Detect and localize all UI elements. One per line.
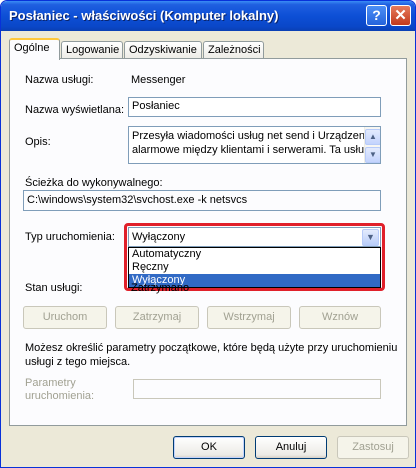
description-label: Opis: — [25, 136, 51, 148]
params-info-line-2: usługi z tego miejsca. — [25, 356, 131, 368]
highlight-annotation — [124, 223, 385, 291]
tab-logon[interactable]: Logowanie — [61, 41, 123, 59]
properties-dialog: Posłaniec - właściwości (Komputer lokaln… — [0, 0, 416, 468]
apply-button[interactable]: Zastosuj — [337, 436, 409, 459]
params-label-line-1: Parametry — [25, 377, 76, 389]
service-name-label: Nazwa usługi: — [25, 74, 94, 86]
close-icon[interactable]: ✕ — [390, 5, 411, 26]
params-label-line-2: uruchomienia: — [25, 390, 95, 402]
title-bar[interactable]: Posłaniec - właściwości (Komputer lokaln… — [1, 1, 415, 31]
service-name-value: Messenger — [131, 74, 186, 86]
pause-button[interactable]: Wstrzymaj — [207, 306, 291, 329]
display-name-field[interactable]: Posłaniec — [128, 97, 381, 117]
params-info-line-1: Możesz określić parametry początkowe, kt… — [25, 342, 398, 354]
help-button[interactable]: ? — [366, 5, 387, 26]
start-button[interactable]: Uruchom — [23, 306, 107, 329]
resume-button[interactable]: Wznów — [299, 306, 381, 329]
tab-dependencies[interactable]: Zależności — [203, 41, 264, 59]
description-textarea[interactable]: Przesyła wiadomości usług net send i Urz… — [128, 126, 381, 164]
path-label: Ścieżka do wykonywalnego: — [25, 177, 163, 189]
params-info: Możesz określić parametry początkowe, kt… — [25, 341, 397, 369]
description-line-1: Przesyła wiadomości usług net send i Urz… — [132, 130, 374, 142]
scroll-down-icon[interactable]: ▼ — [365, 147, 380, 163]
status-value: Zatrzymano — [131, 282, 190, 294]
description-scrollbar[interactable]: ▲ ▼ — [364, 127, 380, 163]
path-field: C:\windows\system32\svchost.exe -k netsv… — [23, 190, 381, 211]
scroll-up-icon[interactable]: ▲ — [365, 129, 380, 145]
window-title: Posłaniec - właściwości (Komputer lokaln… — [9, 8, 279, 23]
cancel-button[interactable]: Anuluj — [255, 436, 327, 459]
params-label: Parametry uruchomienia: — [25, 377, 94, 403]
stop-button[interactable]: Zatrzymaj — [115, 306, 199, 329]
tab-recovery[interactable]: Odzyskiwanie — [124, 41, 202, 59]
display-name-label: Nazwa wyświetlana: — [25, 104, 125, 116]
params-input[interactable] — [133, 379, 381, 399]
ok-button[interactable]: OK — [173, 436, 245, 459]
startup-type-label: Typ uruchomienia: — [25, 231, 115, 243]
status-label: Stan usługi: — [25, 282, 83, 294]
tab-general[interactable]: Ogólne — [9, 38, 60, 60]
description-line-2: alarmowe między klientami i serwerami. T… — [132, 144, 377, 156]
